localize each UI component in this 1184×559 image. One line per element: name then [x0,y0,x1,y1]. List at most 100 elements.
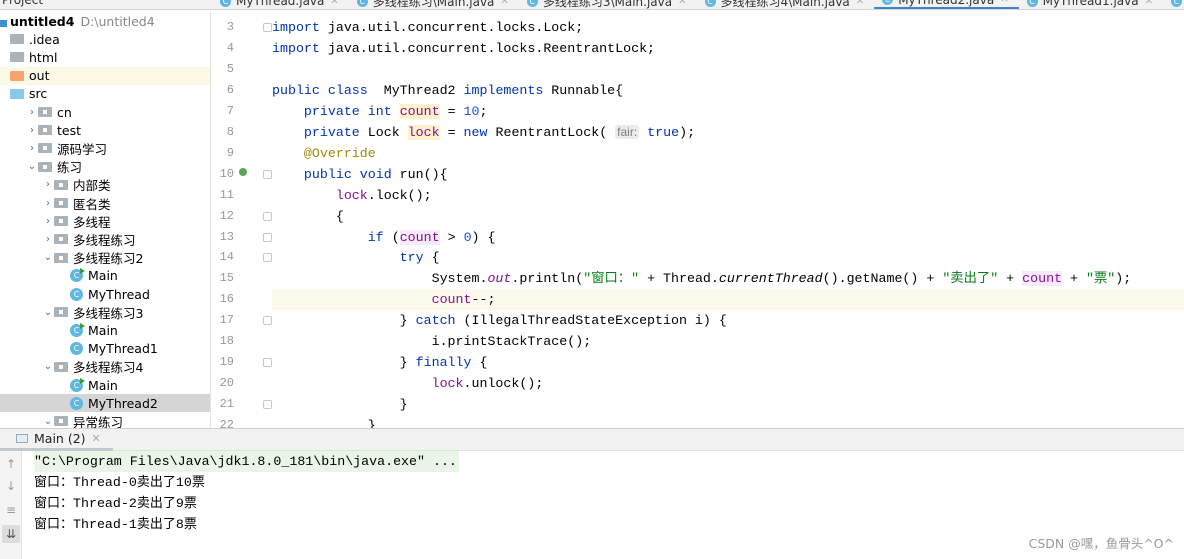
console-output[interactable]: "C:\Program Files\Java\jdk1.8.0_181\bin\… [34,451,1184,535]
tree-item[interactable]: out [0,66,210,85]
editor-tab[interactable]: C 多线程练习4\Main.java ✕ [697,0,875,9]
close-icon[interactable]: ✕ [330,0,338,7]
fold-marker-icon[interactable] [263,358,272,368]
tree-item[interactable]: .idea [0,30,210,48]
close-icon[interactable]: ✕ [678,0,686,7]
chevron-right-icon[interactable]: › [26,107,38,118]
package-icon [38,143,52,154]
runnable-class-icon: C [70,322,85,337]
code-token: } [272,397,408,413]
tree-item-label: 多线程练习 [73,232,136,248]
editor-tab[interactable]: C 多线程练习3\Main.java ✕ [519,0,697,9]
chevron-right-icon[interactable]: › [42,179,54,190]
tree-item-label: Main [88,322,118,338]
fold-marker-icon[interactable] [263,400,272,410]
chevron-right-icon[interactable]: › [42,234,54,245]
close-icon[interactable]: ✕ [1000,0,1008,5]
tree-item[interactable]: C Main [0,321,210,339]
java-class-icon: C [1026,0,1038,7]
tree-item[interactable]: › 多线程 [0,212,210,230]
tree-item-label: 源码学习 [57,141,108,157]
editor-tab[interactable]: C多线程\Main.java✕ [1163,0,1184,9]
chevron-down-icon[interactable]: ⌄ [42,361,54,372]
tree-item[interactable]: ⌄src [0,85,210,103]
project-view-header[interactable]: Project [0,0,211,9]
chevron-down-icon[interactable]: ⌄ [42,416,54,427]
code-line: public class MyThread2 implements Runnab… [272,80,1184,101]
tree-item-label: 异常练习 [73,414,124,428]
close-icon[interactable]: ✕ [1145,0,1153,7]
fold-marker-icon[interactable] [263,232,272,242]
tree-item[interactable]: html [0,48,210,66]
code-token: new [463,124,488,140]
tree-item[interactable]: › cn [0,103,210,121]
console-line: 窗口：Thread-0卖出了10票 [34,472,1184,493]
arrow-down-icon[interactable]: ↓ [2,477,20,495]
tree-item[interactable]: › 源码学习 [0,139,210,157]
fold-marker-icon[interactable] [263,169,272,179]
java-class-icon: C [70,396,83,410]
scroll-to-end-icon[interactable]: ⇊ [2,525,20,543]
tree-item[interactable]: untitled4 D:\untitled4 [0,12,210,30]
tree-item[interactable]: › test [0,121,210,139]
editor-tab[interactable]: C 多线程练习\Main.java ✕ [349,0,519,9]
tree-item[interactable]: ⌄ 多线程练习4 [0,358,210,376]
editor-tab[interactable]: C MyThread.java ✕ [212,0,349,9]
code-token: out [487,271,512,287]
editor-tab[interactable]: C MyThread1.java ✕ [1019,0,1163,9]
chevron-down-icon[interactable]: ⌄ [42,307,54,318]
tree-item[interactable]: ⌄ 练习 [0,158,210,176]
code-line: System.out.println("窗口：" + Thread.curren… [272,268,1184,289]
tree-item[interactable]: › 内部类 [0,176,210,194]
fold-marker-icon[interactable] [263,316,272,326]
tab-label: MyThread1.java [1042,0,1139,8]
fold-marker-icon[interactable] [263,211,272,221]
tree-item[interactable]: C MyThread1 [0,340,210,358]
run-panel-header: Main (2) ✕ [0,429,1184,451]
code-token: } [272,313,416,329]
tree-item[interactable]: C Main [0,376,210,394]
code-editor[interactable]: import java.util.concurrent.locks.Lock; i… [272,11,1184,428]
chevron-down-icon[interactable]: ⌄ [26,161,38,172]
chevron-down-icon[interactable]: ⌄ [42,252,54,263]
code-token: count [399,229,440,245]
tree-item-label: .idea [29,31,60,47]
close-icon[interactable]: ✕ [500,0,508,7]
tree-item[interactable]: › 多线程练习 [0,230,210,248]
console-mid: 卖出了 [136,475,176,490]
project-tree: untitled4D:\untitled4.ideahtmlout⌄src›cn… [0,11,211,428]
fold-marker-icon[interactable] [263,23,272,32]
chevron-right-icon[interactable]: › [26,143,38,154]
code-token: System. [272,271,488,287]
tree-item[interactable]: ⌄ 多线程练习2 [0,249,210,267]
tree-item[interactable]: › 匿名类 [0,194,210,212]
tree-item[interactable]: ⌄ 多线程练习3 [0,303,210,321]
tab-label: MyThread2.java [898,0,994,7]
fold-marker-icon[interactable] [263,253,272,263]
console-num: 10 [175,475,192,490]
console-line: 窗口：Thread-2卖出了9票 [34,493,1184,514]
override-gutter-icon[interactable] [239,167,247,176]
code-token: implements [463,82,544,98]
chevron-right-icon[interactable]: › [26,125,38,136]
code-line: private int count = 10; [272,101,1184,122]
chevron-right-icon[interactable]: › [42,216,54,227]
tab-label: MyThread.java [236,0,325,8]
code-token: count [1022,271,1063,287]
tree-item[interactable]: ⌄ 异常练习 [0,412,210,428]
code-token: count [431,292,472,308]
tree-item[interactable]: C MyThread [0,285,210,303]
arrow-up-icon[interactable]: ↑ [2,455,20,473]
tree-item[interactable]: C Main [0,267,210,285]
editor-tab[interactable]: C MyThread2.java ✕ [874,0,1019,9]
run-tab-main[interactable]: Main (2) ✕ [0,429,113,451]
code-token: ; [479,103,488,119]
code-token: public class [272,82,368,98]
soft-wrap-icon[interactable]: ≡ [2,501,20,519]
chevron-right-icon[interactable]: › [42,198,54,209]
close-icon[interactable]: ✕ [856,0,864,7]
close-icon[interactable]: ✕ [92,432,101,445]
tree-item[interactable]: C MyThread2 [0,394,210,413]
code-token: ( [383,229,400,245]
